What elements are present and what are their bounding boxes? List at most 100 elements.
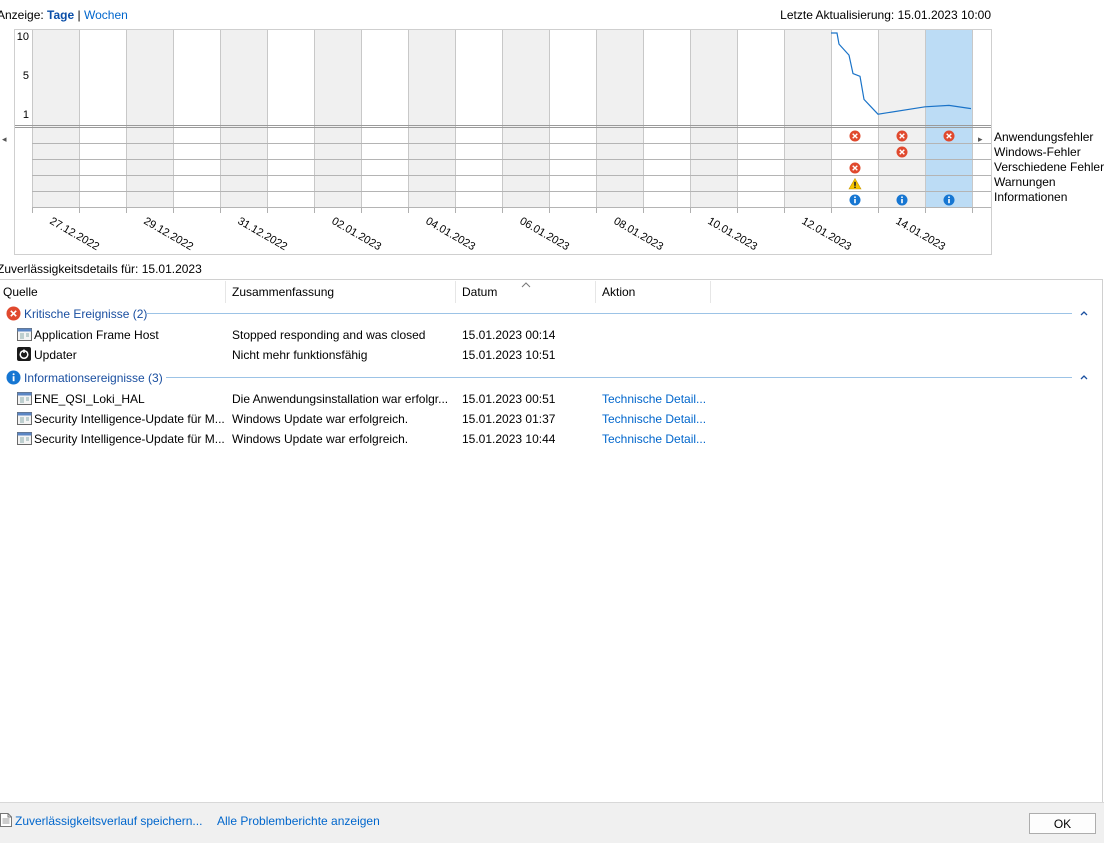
date-label: 10.01.2023 xyxy=(706,215,760,253)
save-document-icon xyxy=(0,813,12,830)
column-header-action[interactable]: Aktion xyxy=(602,285,635,299)
day-column xyxy=(361,30,408,208)
legend-warnings: Warnungen xyxy=(994,175,1056,189)
column-header-summary[interactable]: Zusammenfassung xyxy=(232,285,334,299)
details-title: Zuverlässigkeitsdetails für: 15.01.2023 xyxy=(0,262,202,276)
technical-details-link[interactable]: Technische Detail... xyxy=(602,392,706,406)
row-source[interactable]: Application Frame Host xyxy=(34,328,222,342)
date-label: 02.01.2023 xyxy=(330,215,384,253)
y-label-5: 5 xyxy=(22,70,29,82)
info-icon xyxy=(6,370,21,388)
info-icon-bar xyxy=(901,199,903,204)
legend-windows-failures: Windows-Fehler xyxy=(994,145,1081,159)
legend-misc-failures: Verschiedene Fehler xyxy=(994,160,1104,174)
warning-icon-dot xyxy=(854,186,856,188)
date-label: 04.01.2023 xyxy=(424,215,478,253)
row-source[interactable]: ENE_QSI_Loki_HAL xyxy=(34,392,224,406)
day-column xyxy=(79,30,126,208)
day-column xyxy=(549,30,596,208)
column-header-source[interactable]: Quelle xyxy=(3,285,38,299)
chart-scroll-right-button[interactable]: ▸ xyxy=(978,134,983,145)
info-icon-bar xyxy=(854,199,856,204)
view-weeks-link[interactable]: Wochen xyxy=(84,8,128,22)
row-date: 15.01.2023 00:51 xyxy=(462,392,556,406)
row-source[interactable]: Updater xyxy=(34,348,222,362)
row-date: 15.01.2023 10:44 xyxy=(462,432,556,446)
collapse-information-button[interactable] xyxy=(1079,371,1089,385)
reliability-chart-svg: 27.12.2022 29.12.2022 31.12.2022 02.01.2023… xyxy=(15,30,991,253)
column-separator xyxy=(710,281,711,303)
day-column xyxy=(690,30,737,208)
day-column xyxy=(643,30,690,208)
day-column xyxy=(784,30,831,208)
day-column xyxy=(737,30,784,208)
row-date: 15.01.2023 01:37 xyxy=(462,412,556,426)
view-selector: Anzeige: Tage | Wochen xyxy=(0,8,128,22)
warning-icon-bar xyxy=(854,181,856,186)
day-column xyxy=(925,30,972,208)
y-label-10: 10 xyxy=(16,31,29,43)
column-header-date[interactable]: Datum xyxy=(462,285,497,299)
row-summary: Windows Update war erfolgreich. xyxy=(232,412,409,426)
day-column xyxy=(455,30,502,208)
view-separator: | xyxy=(77,8,81,22)
day-column xyxy=(878,30,925,208)
day-column xyxy=(314,30,361,208)
group-critical-events[interactable]: Kritische Ereignisse (2) xyxy=(24,307,147,321)
info-icon-dot xyxy=(901,196,903,199)
technical-details-link[interactable]: Technische Detail... xyxy=(602,432,706,446)
date-label: 14.01.2023 xyxy=(894,215,948,253)
app-window-icon xyxy=(17,328,32,344)
column-separator xyxy=(595,281,596,303)
row-date: 15.01.2023 10:51 xyxy=(462,348,556,362)
group-divider xyxy=(166,377,1072,378)
app-window-icon xyxy=(17,432,32,448)
day-column xyxy=(502,30,549,208)
row-summary: Windows Update war erfolgreich. xyxy=(232,432,409,446)
legend-information: Informationen xyxy=(994,190,1068,204)
date-label: 12.01.2023 xyxy=(800,215,854,253)
date-label: 29.12.2022 xyxy=(142,215,196,253)
row-summary: Die Anwendungsinstallation war erfolgr..… xyxy=(232,392,449,406)
day-column xyxy=(596,30,643,208)
y-label-1: 1 xyxy=(22,109,29,121)
view-label: Anzeige: xyxy=(0,8,44,22)
date-label: 08.01.2023 xyxy=(612,215,666,253)
row-source[interactable]: Security Intelligence-Update für M... xyxy=(34,432,226,446)
day-column xyxy=(173,30,220,208)
date-label: 27.12.2022 xyxy=(48,215,102,253)
day-column xyxy=(267,30,314,208)
view-all-reports-link[interactable]: Alle Problemberichte anzeigen xyxy=(217,814,380,828)
row-summary: Nicht mehr funktionsfähig xyxy=(232,348,368,362)
save-history-link[interactable]: Zuverlässigkeitsverlauf speichern... xyxy=(15,814,202,828)
collapse-critical-button[interactable] xyxy=(1079,307,1089,321)
view-days-link[interactable]: Tage xyxy=(47,8,74,22)
group-divider xyxy=(146,313,1072,314)
ok-button[interactable]: OK xyxy=(1029,813,1096,834)
info-icon-dot xyxy=(948,196,950,199)
row-summary: Stopped responding and was closed xyxy=(232,328,426,342)
app-window-icon xyxy=(17,412,32,428)
row-date: 15.01.2023 00:14 xyxy=(462,328,556,342)
chart-scroll-left-button[interactable]: ◂ xyxy=(2,134,7,145)
date-label: 31.12.2022 xyxy=(236,215,290,253)
legend-application-failures: Anwendungsfehler xyxy=(994,130,1094,144)
info-icon-dot xyxy=(854,196,856,199)
column-separator xyxy=(455,281,456,303)
day-column xyxy=(408,30,455,208)
day-column xyxy=(126,30,173,208)
date-label: 06.01.2023 xyxy=(518,215,572,253)
updater-icon xyxy=(17,347,31,364)
column-separator xyxy=(225,281,226,303)
technical-details-link[interactable]: Technische Detail... xyxy=(602,412,706,426)
reliability-chart[interactable]: 27.12.2022 29.12.2022 31.12.2022 02.01.2023… xyxy=(14,29,992,255)
group-information-events[interactable]: Informationsereignisse (3) xyxy=(24,371,163,385)
info-icon-bar xyxy=(948,199,950,204)
sort-ascending-icon xyxy=(521,277,531,291)
app-window-icon xyxy=(17,392,32,408)
row-source[interactable]: Security Intelligence-Update für M... xyxy=(34,412,226,426)
last-update-text: Letzte Aktualisierung: 15.01.2023 10:00 xyxy=(780,8,991,22)
day-column xyxy=(220,30,267,208)
day-column xyxy=(32,30,79,208)
error-icon xyxy=(6,306,21,324)
